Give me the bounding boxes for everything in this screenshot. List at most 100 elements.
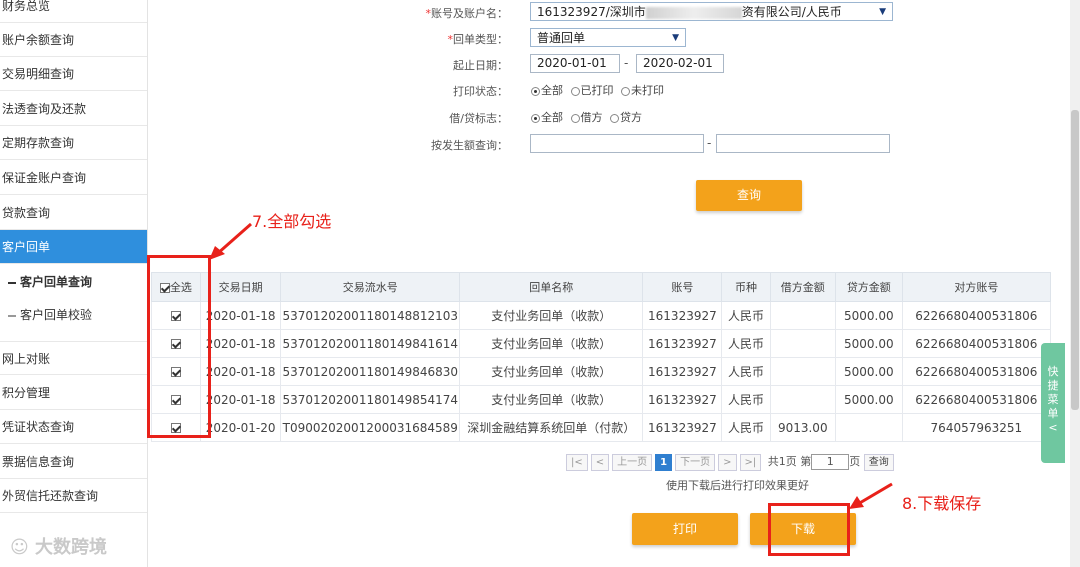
go-page-button[interactable]: 查询 <box>863 453 894 471</box>
header-account: 账号 <box>642 272 723 302</box>
header-credit: 贷方金额 <box>834 272 903 302</box>
sidebar-item-transactions[interactable]: 交易明细查询 <box>0 57 147 91</box>
cell-counter: 764057963251 <box>901 413 1052 442</box>
last-page-button[interactable]: >| <box>739 453 762 471</box>
download-tip: 使用下载后进行打印效果更好 <box>666 479 809 492</box>
table-row: 2020-01-18 53701202001180148812103 支付业务回单（… <box>151 301 1052 330</box>
bullet-icon <box>8 314 16 317</box>
sidebar-item-overdraft[interactable]: 法透查询及还款 <box>0 92 147 126</box>
date-separator: - <box>624 56 629 70</box>
dropdown-arrow-icon: ▼ <box>672 33 679 43</box>
page-suffix-text: 页 <box>849 455 861 468</box>
date-to-input[interactable]: 2020-02-01 <box>636 54 724 73</box>
scrollbar-track[interactable] <box>1070 0 1080 567</box>
annotation-arrow-icon <box>209 222 252 260</box>
sidebar-subitem-receipt-verify[interactable]: 客户回单校验 <box>0 298 147 332</box>
header-counter-account: 对方账号 <box>901 272 1052 302</box>
amount-label: 按发生额查询： <box>431 139 508 152</box>
date-label: 起止日期： <box>453 59 508 72</box>
print-status-label: 打印状态： <box>453 85 508 98</box>
receipt-table: 全选 交易日期 交易流水号 回单名称 账号 币种 借方金额 贷方金额 对方账号 … <box>151 272 1052 442</box>
print-status-radio-group: 全部 已打印 未打印 <box>530 82 667 98</box>
query-button[interactable]: 查询 <box>696 180 802 211</box>
cell-serial: T09002020012000316845​89 <box>280 413 461 442</box>
prev-arrow-button[interactable]: < <box>590 453 610 471</box>
page-total-text: 共1页 第 <box>767 455 812 468</box>
sidebar-item-loan[interactable]: 贷款查询 <box>0 196 147 230</box>
watermark: ☺ 大数跨境 <box>10 537 108 558</box>
radio-print-all[interactable] <box>531 86 540 96</box>
radio-dc-all[interactable] <box>531 113 540 123</box>
dropdown-arrow-icon: ▼ <box>879 7 886 17</box>
sidebar-item-points[interactable]: 积分管理 <box>0 376 147 410</box>
annotation-arrow-icon <box>849 482 893 509</box>
cell-debit <box>769 301 836 330</box>
sidebar-item-online-reconcile[interactable]: 网上对账 <box>0 341 147 375</box>
current-page-button[interactable]: 1 <box>655 453 673 471</box>
bullet-icon <box>8 281 16 284</box>
header-debit: 借方金额 <box>769 272 836 302</box>
page-number-input[interactable]: 1 <box>811 454 850 470</box>
cell-name: 支付业务回单（收款） <box>459 357 644 386</box>
debit-credit-label: 借/贷标志： <box>449 112 508 125</box>
amount-separator: - <box>707 136 712 150</box>
debit-credit-radio-group: 全部 借方 贷方 <box>530 109 645 125</box>
header-currency: 币种 <box>721 272 771 302</box>
radio-not-printed[interactable] <box>621 86 630 96</box>
cell-counter: 6226680400531806 <box>901 357 1052 386</box>
cell-credit: 5000.00 <box>834 357 903 386</box>
next-page-button[interactable]: 下一页 <box>675 453 716 471</box>
sidebar-item-finance-overview[interactable]: 财务总览 <box>0 0 147 23</box>
date-from-input[interactable]: 2020-01-01 <box>530 54 620 73</box>
account-label: *账号及账户名： <box>425 7 509 20</box>
cell-serial: 53701202001180148812103 <box>280 301 461 330</box>
cell-currency: 人民币 <box>721 301 771 330</box>
cell-serial: 53701202001180149841614 <box>280 329 461 358</box>
cell-serial: 53701202001180149846830 <box>280 357 461 386</box>
cell-serial: 53701202001180149854174 <box>280 385 461 414</box>
radio-credit[interactable] <box>610 113 619 123</box>
sidebar: 财务总览 账户余额查询 交易明细查询 法透查询及还款 定期存款查询 保证金账户查… <box>0 0 148 567</box>
cell-date: 2020-01-18 <box>199 357 282 386</box>
sidebar-item-customer-receipt[interactable]: 客户回单 <box>0 230 147 264</box>
cell-date: 2020-01-18 <box>199 301 282 330</box>
amount-max-input[interactable] <box>716 134 890 153</box>
cell-date: 2020-01-18 <box>199 329 282 358</box>
scrollbar-thumb[interactable] <box>1071 110 1079 410</box>
table-row: 2020-01-18 53701202001180149854174 支付业务回单（… <box>151 385 1052 414</box>
cell-debit <box>769 357 836 386</box>
cell-debit <box>769 385 836 414</box>
sidebar-item-balance[interactable]: 账户余额查询 <box>0 23 147 57</box>
cell-account: 161323927 <box>642 301 723 330</box>
cell-name: 深圳金融结算系统回单（付款） <box>459 413 644 442</box>
sidebar-item-trust-repay[interactable]: 外贸信托还款查询 <box>0 479 147 513</box>
sidebar-item-margin-account[interactable]: 保证金账户查询 <box>0 161 147 195</box>
next-arrow-button[interactable]: > <box>718 453 737 471</box>
sidebar-subitem-receipt-query[interactable]: 客户回单查询 <box>0 265 147 299</box>
redacted-text <box>645 6 742 19</box>
sidebar-item-fixed-deposit[interactable]: 定期存款查询 <box>0 126 147 160</box>
first-page-button[interactable]: |< <box>566 453 588 471</box>
highlight-box-download <box>768 503 850 556</box>
cell-currency: 人民币 <box>721 385 771 414</box>
radio-printed[interactable] <box>570 86 580 96</box>
prev-page-button[interactable]: 上一页 <box>612 453 653 471</box>
radio-debit[interactable] <box>570 113 580 123</box>
amount-min-input[interactable] <box>530 134 704 153</box>
cell-account: 161323927 <box>642 329 723 358</box>
header-receipt-name: 回单名称 <box>459 272 644 302</box>
print-button[interactable]: 打印 <box>632 513 738 545</box>
cell-credit <box>834 413 903 442</box>
cell-currency: 人民币 <box>721 413 771 442</box>
cell-name: 支付业务回单（收款） <box>459 385 644 414</box>
cell-account: 161323927 <box>642 413 723 442</box>
account-select[interactable]: 161323927/深圳市 资有限公司/人民币 ▼ <box>530 2 893 21</box>
cell-counter: 6226680400531806 <box>901 385 1052 414</box>
receipt-type-select[interactable]: 普通回单 ▼ <box>530 28 686 47</box>
quick-menu-tab[interactable]: 快捷菜单< <box>1041 343 1065 463</box>
cell-debit <box>769 329 836 358</box>
receipt-type-label: *回单类型： <box>447 33 509 46</box>
cell-debit: 9013.00 <box>769 413 836 442</box>
sidebar-item-voucher-status[interactable]: 凭证状态查询 <box>0 410 147 444</box>
sidebar-item-bill-info[interactable]: 票据信息查询 <box>0 445 147 479</box>
